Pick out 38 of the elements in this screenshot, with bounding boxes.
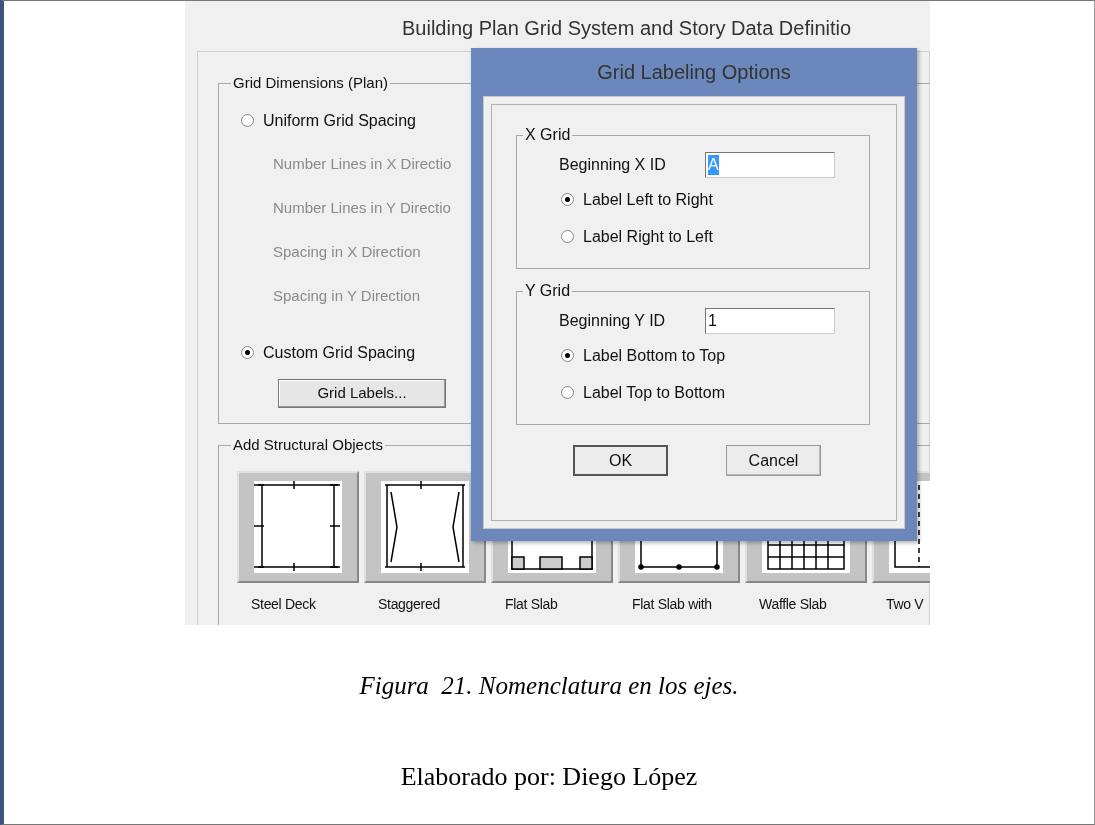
steel-deck-tile[interactable] <box>237 470 359 583</box>
radio-button[interactable] <box>561 349 574 362</box>
radio-label[interactable]: Label Right to Left <box>583 224 713 249</box>
tile-label: Flat Slab <box>505 594 558 614</box>
figure-caption: Figura 21. Nomenclatura en los ejes. <box>359 671 739 701</box>
field-label: Number Lines in Y Directio <box>273 198 451 219</box>
radio-button[interactable] <box>561 193 574 206</box>
figure-credit: Elaborado por: Diego López <box>400 760 698 793</box>
radio-label[interactable]: Label Bottom to Top <box>583 343 726 368</box>
tile-label: Flat Slab with <box>632 594 712 614</box>
field-label: Beginning X ID <box>559 155 667 175</box>
dialog-button[interactable]: OK <box>573 445 668 476</box>
tile-label: Staggered <box>378 594 440 614</box>
radio-button[interactable] <box>241 346 254 359</box>
id-input-field[interactable]: 1 <box>705 308 835 334</box>
field-label: Beginning Y ID <box>559 311 667 331</box>
group-title: Y Grid <box>524 281 572 301</box>
group-title: Add Structural Objects <box>232 435 385 455</box>
tile-label: Steel Deck <box>251 594 316 614</box>
radio-button[interactable] <box>561 230 574 243</box>
tile-label: Two V <box>886 594 924 614</box>
staggered-tile[interactable] <box>364 470 486 583</box>
window-title: Building Plan Grid System and Story Data Definitio <box>401 16 853 41</box>
grid-labels-button[interactable]: Grid Labels... <box>278 378 446 408</box>
dialog-button[interactable]: Cancel <box>726 445 821 476</box>
dialog-title: Grid Labeling Options <box>596 60 792 85</box>
group-title: Grid Dimensions (Plan) <box>232 73 390 93</box>
field-label: Number Lines in X Directio <box>273 154 452 175</box>
radio-label[interactable]: Label Left to Right <box>583 187 713 212</box>
radio-button[interactable] <box>241 114 254 127</box>
field-label: Spacing in X Direction <box>273 242 421 263</box>
radio-label[interactable]: Label Top to Bottom <box>583 380 726 405</box>
radio-label[interactable]: Custom Grid Spacing <box>263 340 416 365</box>
radio-button[interactable] <box>561 386 574 399</box>
radio-label[interactable]: Uniform Grid Spacing <box>263 108 416 133</box>
field-label: Spacing in Y Direction <box>273 286 421 307</box>
tile-label: Waffle Slab <box>759 594 827 614</box>
group-title: X Grid <box>524 125 572 145</box>
